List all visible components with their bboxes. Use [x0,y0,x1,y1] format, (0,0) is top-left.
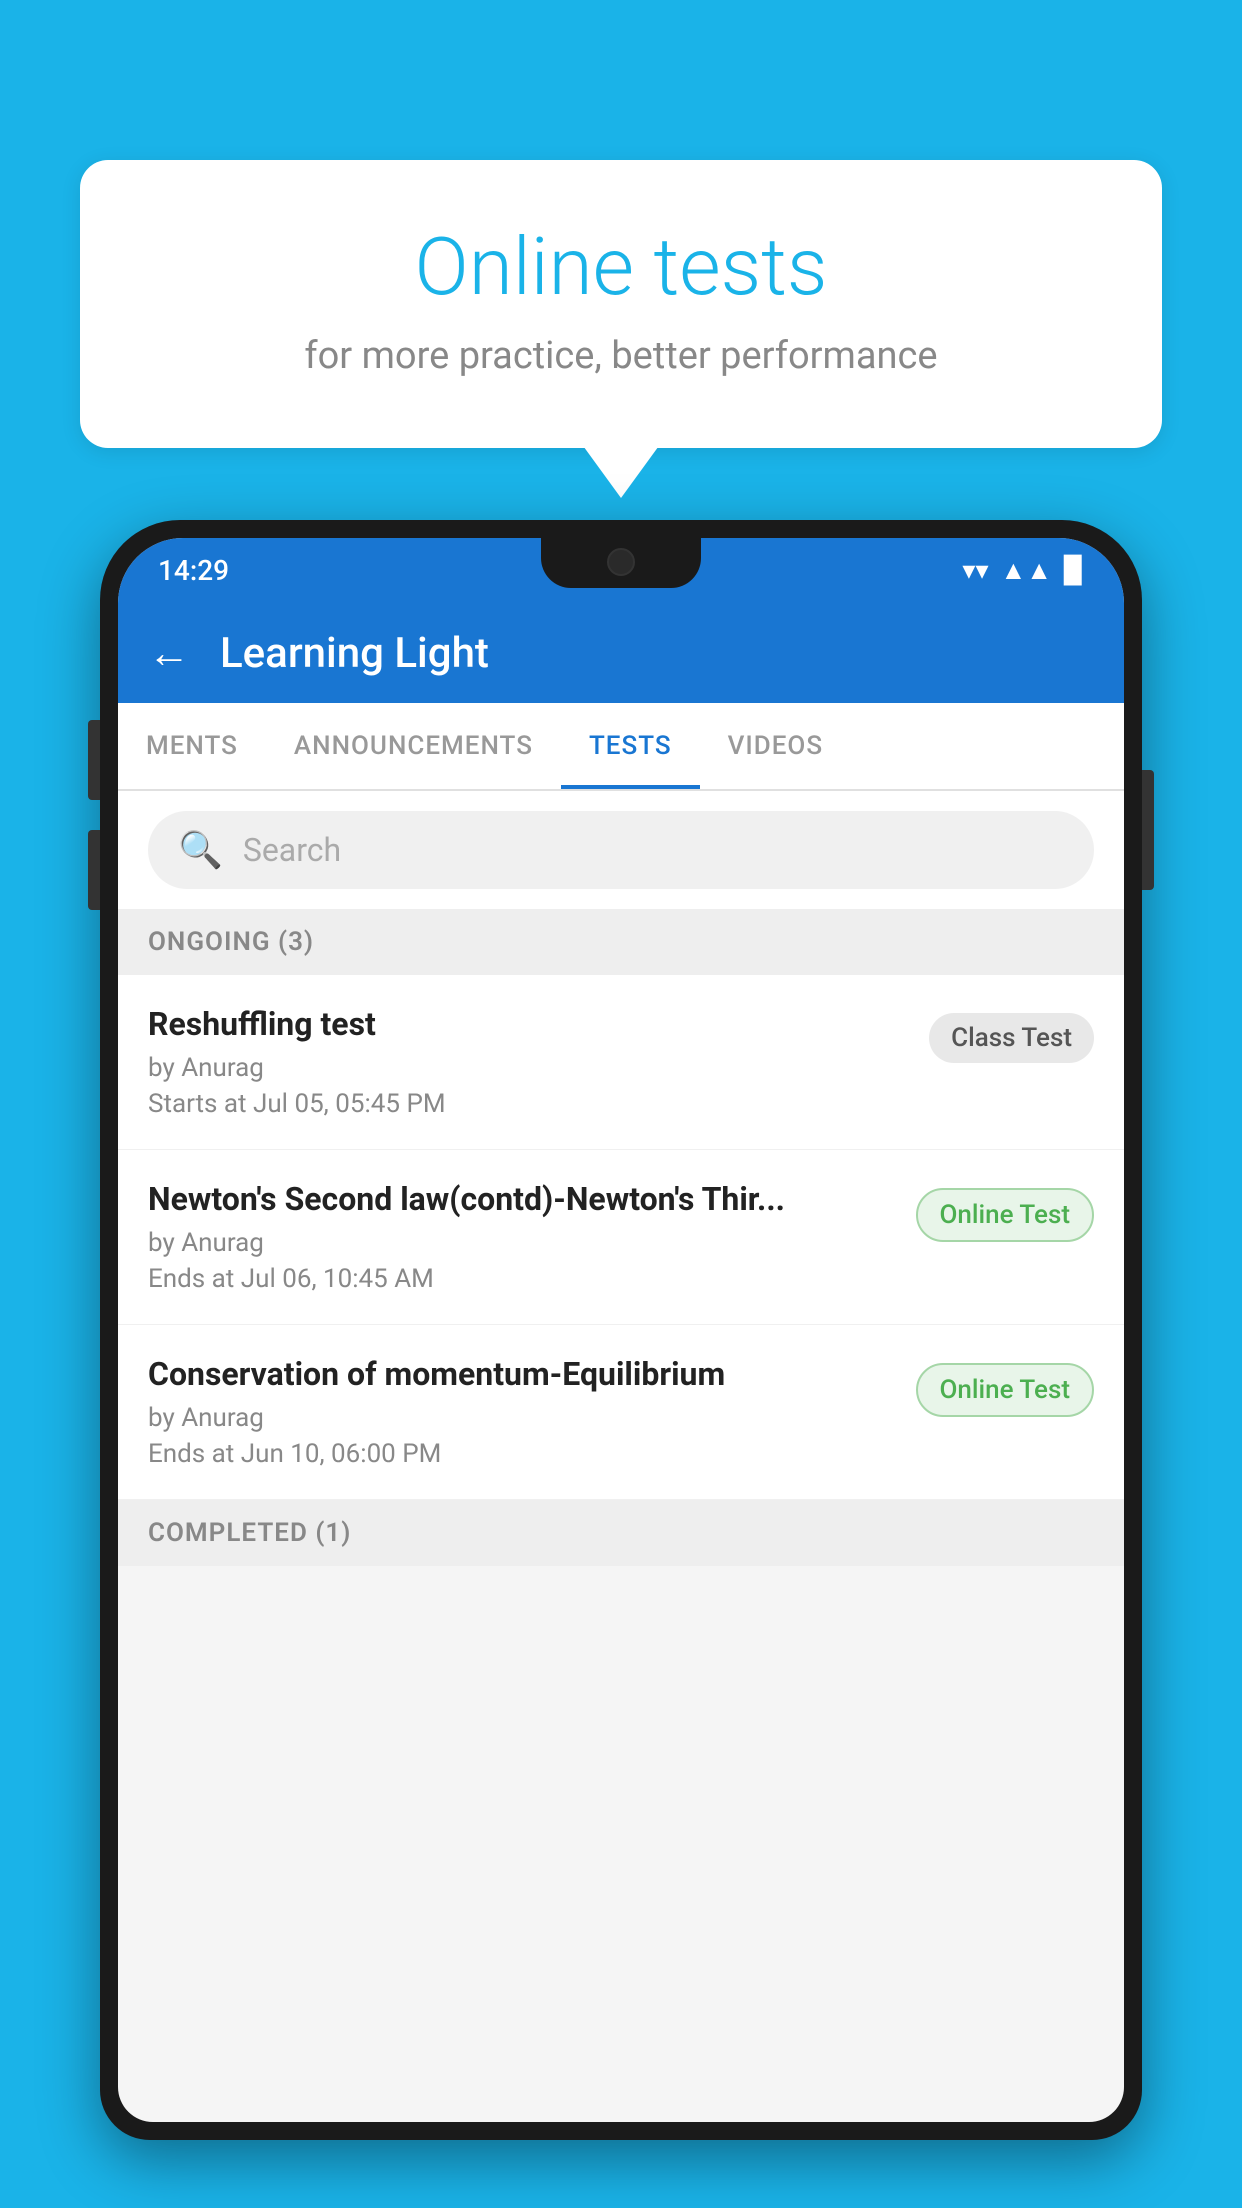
signal-icon: ▲▲ [1001,555,1052,586]
phone-notch [541,538,701,588]
test-name-3: Conservation of momentum-Equilibrium [148,1355,896,1393]
ongoing-section-header: ONGOING (3) [118,909,1124,975]
test-item-3[interactable]: Conservation of momentum-Equilibrium by … [118,1325,1124,1500]
test-by-2: by Anurag [148,1228,896,1258]
tabs-bar: MENTS ANNOUNCEMENTS TESTS VIDEOS [118,703,1124,791]
search-icon: 🔍 [178,829,223,871]
phone-wrapper: 14:29 ▾▾ ▲▲ ▉ ← Learning Light MENTS ANN… [100,520,1142,2208]
phone-btn-left [88,720,100,800]
search-bar[interactable]: 🔍 Search [148,811,1094,889]
tab-announcements[interactable]: ANNOUNCEMENTS [266,703,561,789]
phone-outer: 14:29 ▾▾ ▲▲ ▉ ← Learning Light MENTS ANN… [100,520,1142,2140]
completed-section-header: COMPLETED (1) [118,1500,1124,1566]
test-badge-2: Online Test [916,1188,1095,1242]
test-info-2: Newton's Second law(contd)-Newton's Thir… [148,1180,896,1294]
completed-title: COMPLETED (1) [148,1518,351,1548]
test-date-2: Ends at Jul 06, 10:45 AM [148,1264,896,1294]
app-title: Learning Light [220,629,489,678]
status-icons: ▾▾ ▲▲ ▉ [962,555,1084,586]
tab-ments[interactable]: MENTS [118,703,266,789]
test-date-1: Starts at Jul 05, 05:45 PM [148,1089,909,1119]
test-badge-3: Online Test [916,1363,1095,1417]
tab-tests[interactable]: TESTS [561,703,700,789]
search-input[interactable]: Search [243,831,341,869]
status-time: 14:29 [158,554,229,587]
phone-screen: 14:29 ▾▾ ▲▲ ▉ ← Learning Light MENTS ANN… [118,538,1124,2122]
ongoing-title: ONGOING (3) [148,927,314,957]
search-container: 🔍 Search [118,791,1124,909]
test-item-2[interactable]: Newton's Second law(contd)-Newton's Thir… [118,1150,1124,1325]
test-item-1[interactable]: Reshuffling test by Anurag Starts at Jul… [118,975,1124,1150]
battery-icon: ▉ [1064,556,1084,586]
bubble-title: Online tests [130,220,1112,314]
test-info-1: Reshuffling test by Anurag Starts at Jul… [148,1005,909,1119]
wifi-icon: ▾▾ [962,556,988,586]
test-badge-1: Class Test [929,1013,1094,1063]
test-name-2: Newton's Second law(contd)-Newton's Thir… [148,1180,896,1218]
phone-camera [607,548,635,576]
bubble-subtitle: for more practice, better performance [130,334,1112,378]
test-date-3: Ends at Jun 10, 06:00 PM [148,1439,896,1469]
phone-btn-left2 [88,830,100,910]
test-by-3: by Anurag [148,1403,896,1433]
back-button[interactable]: ← [148,629,190,678]
app-header: ← Learning Light [118,603,1124,703]
tab-videos[interactable]: VIDEOS [700,703,851,789]
speech-bubble: Online tests for more practice, better p… [80,160,1162,448]
test-by-1: by Anurag [148,1053,909,1083]
test-info-3: Conservation of momentum-Equilibrium by … [148,1355,896,1469]
test-name-1: Reshuffling test [148,1005,909,1043]
phone-btn-right [1142,770,1154,890]
